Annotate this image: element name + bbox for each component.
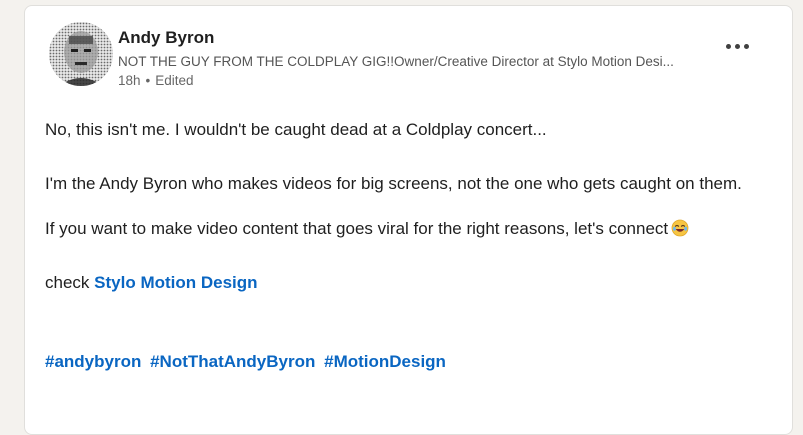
- avatar[interactable]: [49, 22, 113, 86]
- edited-label: Edited: [155, 73, 194, 88]
- more-horizontal-icon: [725, 43, 749, 49]
- avatar-photo: [49, 22, 113, 86]
- hashtag-andybyron[interactable]: #andybyron: [45, 352, 141, 371]
- post-text-line-4: check Stylo Motion Design: [45, 273, 258, 293]
- hashtags: #andybyron #NotThatAndyByron #MotionDesi…: [45, 352, 450, 372]
- laughing-tears-emoji-icon: [671, 219, 689, 242]
- meta-separator: •: [145, 73, 151, 88]
- company-link[interactable]: Stylo Motion Design: [94, 273, 257, 292]
- post-text-line-3: If you want to make video content that g…: [45, 219, 689, 242]
- hashtag-motiondesign[interactable]: #MotionDesign: [324, 352, 446, 371]
- post-text-line-2: I'm the Andy Byron who makes videos for …: [45, 174, 742, 193]
- post-text-line-1: No, this isn't me. I wouldn't be caught …: [45, 120, 547, 139]
- more-options-button[interactable]: [721, 36, 753, 56]
- hashtag-notthatandybyron[interactable]: #NotThatAndyByron: [150, 352, 315, 371]
- post-text-line-3-text: If you want to make video content that g…: [45, 219, 669, 238]
- author-headline: NOT THE GUY FROM THE COLDPLAY GIG!!Owner…: [118, 54, 674, 69]
- author-name[interactable]: Andy Byron: [118, 28, 214, 48]
- post-time: 18h: [118, 73, 141, 88]
- post-card: Andy Byron NOT THE GUY FROM THE COLDPLAY…: [24, 5, 793, 435]
- post-meta: 18h • Edited: [118, 73, 194, 88]
- check-label: check: [45, 273, 90, 292]
